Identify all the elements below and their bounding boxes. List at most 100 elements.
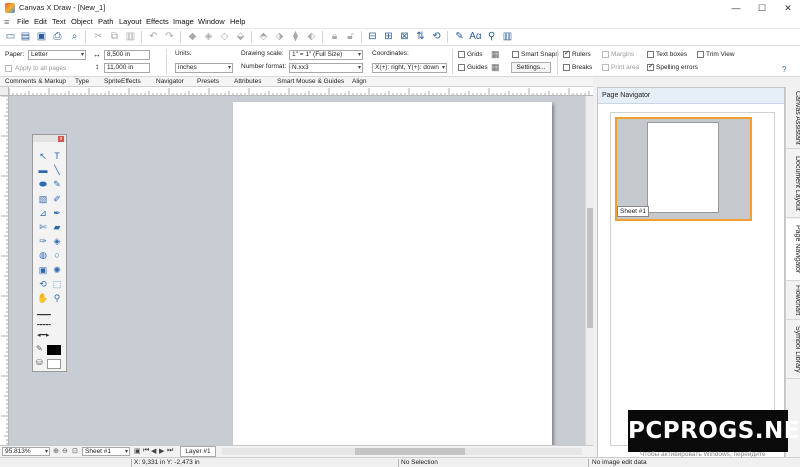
number-format-select[interactable]: N.xx3 ▾: [289, 63, 363, 73]
tab-comments-markup[interactable]: Comments & Markup: [5, 78, 66, 85]
print-icon[interactable]: ⎙: [51, 30, 64, 43]
bring-to-front-icon[interactable]: ◆: [186, 30, 199, 43]
combine-icon[interactable]: ⧫: [289, 30, 302, 43]
guides-checkbox[interactable]: [458, 64, 465, 71]
breaks-checkbox[interactable]: [563, 64, 570, 71]
side-tab-page-navigator[interactable]: Page Navigator: [786, 219, 800, 281]
freehand-tool-icon[interactable]: ✎: [51, 179, 63, 190]
menu-file[interactable]: File: [17, 17, 29, 26]
paste-icon[interactable]: ▥: [124, 30, 137, 43]
grid-settings-icon[interactable]: ▦: [491, 49, 500, 60]
maximize-button[interactable]: ☐: [750, 1, 774, 15]
units-select[interactable]: inches ▾: [175, 63, 233, 73]
sheet-select[interactable]: Sheet #1 ▾: [82, 447, 130, 456]
bring-forward-icon[interactable]: ◈: [202, 30, 215, 43]
undo-icon[interactable]: ↶: [147, 30, 160, 43]
guide-settings-icon[interactable]: ▦: [491, 62, 500, 73]
knife-tool-icon[interactable]: ✄: [37, 222, 49, 233]
first-page-icon[interactable]: ⏮: [143, 447, 149, 455]
tab-type[interactable]: Type: [75, 78, 89, 85]
vertical-scrollbar-thumb[interactable]: [587, 208, 593, 328]
drawing-scale-select[interactable]: 1" = 1" (Full Size) ▾: [289, 50, 363, 60]
fill-bucket-icon[interactable]: ⛁: [36, 358, 43, 367]
blend-tool-icon[interactable]: ◍: [37, 250, 49, 261]
print-preview-icon[interactable]: ⌕: [68, 30, 81, 43]
edit-pen-icon[interactable]: ✎: [453, 30, 466, 43]
menu-effects[interactable]: Effects: [146, 17, 169, 26]
copy-icon[interactable]: ⧉: [108, 30, 121, 43]
sprite-tool-icon[interactable]: ✺: [51, 265, 63, 276]
close-button[interactable]: ✕: [776, 1, 800, 15]
toolbox-close-icon[interactable]: x: [58, 136, 64, 142]
apply-all-pages-checkbox[interactable]: [5, 65, 12, 72]
prev-page-icon[interactable]: ◀: [151, 447, 156, 455]
spelling-errors-checkbox[interactable]: [647, 62, 654, 71]
horizontal-ruler[interactable]: [9, 87, 593, 96]
image-tool-icon[interactable]: ▧: [37, 194, 49, 205]
zoom-out-icon[interactable]: ⊖: [62, 447, 68, 455]
zoom-icon[interactable]: ⚲: [485, 30, 498, 43]
help-icon[interactable]: ?: [782, 65, 786, 74]
menu-help[interactable]: Help: [230, 17, 245, 26]
line-tool-icon[interactable]: ╲: [51, 165, 63, 176]
sheet-options-icon[interactable]: ▣: [134, 447, 141, 455]
dashed-line-style[interactable]: ╍╍╍╍: [37, 321, 51, 329]
lock-icon[interactable]: 🔒︎: [328, 30, 341, 43]
ungroup-icon[interactable]: ⬗: [273, 30, 286, 43]
layer-tab[interactable]: Layer #1: [180, 446, 216, 457]
next-page-icon[interactable]: ▶: [159, 447, 164, 455]
print-area-checkbox[interactable]: [602, 64, 609, 71]
zoom-in-icon[interactable]: ⊕: [53, 447, 59, 455]
minimize-button[interactable]: —: [724, 1, 748, 15]
side-tab-canvas-assistant[interactable]: Canvas Assistant: [786, 87, 800, 149]
split-icon[interactable]: ⬖: [305, 30, 318, 43]
trim-view-checkbox[interactable]: [697, 51, 704, 58]
spell-check-icon[interactable]: Aα: [469, 30, 482, 43]
tab-smart-mouse-guides[interactable]: Smart Mouse & Guides: [277, 78, 344, 85]
chart-icon[interactable]: ▥: [501, 30, 514, 43]
horizontal-scrollbar-thumb[interactable]: [355, 448, 465, 455]
zoom-select[interactable]: 95.813% ▾: [2, 447, 50, 456]
tab-presets[interactable]: Presets: [197, 78, 219, 85]
tab-navigator[interactable]: Navigator: [156, 78, 184, 85]
margins-checkbox[interactable]: [602, 51, 609, 58]
page-height-field[interactable]: 11,000 in: [104, 63, 150, 73]
group-icon[interactable]: ⬘: [257, 30, 270, 43]
grids-checkbox[interactable]: [458, 51, 465, 58]
page-width-field[interactable]: 8,500 in: [104, 50, 150, 60]
unlock-icon[interactable]: 🔓︎: [344, 30, 357, 43]
menu-text[interactable]: Text: [52, 17, 66, 26]
brush-tool-icon[interactable]: ✒: [51, 208, 63, 219]
side-tab-document-layout[interactable]: Document Layout: [786, 150, 800, 218]
text-boxes-checkbox[interactable]: [647, 51, 654, 58]
new-document-icon[interactable]: ▭: [4, 30, 17, 43]
stamp-tool-icon[interactable]: ▣: [37, 265, 49, 276]
node-tool-icon[interactable]: ○: [51, 250, 63, 261]
paint-tool-icon[interactable]: ✐: [51, 194, 63, 205]
menu-image[interactable]: Image: [173, 17, 194, 26]
smart-snaps-checkbox[interactable]: [512, 51, 519, 58]
eyedropper-tool-icon[interactable]: ⊿: [37, 208, 49, 219]
document-page[interactable]: [233, 102, 552, 445]
stroke-pen-icon[interactable]: ✎: [36, 344, 43, 353]
stroke-color-swatch[interactable]: [47, 345, 61, 355]
page-thumbnail[interactable]: Sheet #1: [615, 117, 752, 221]
hand-tool-icon[interactable]: ✋: [37, 293, 49, 304]
last-page-icon[interactable]: ⏭: [167, 447, 173, 455]
redo-icon[interactable]: ↷: [163, 30, 176, 43]
menu-window[interactable]: Window: [198, 17, 225, 26]
vertical-ruler[interactable]: [0, 96, 9, 445]
text-tool-icon[interactable]: T: [51, 151, 63, 162]
side-tab-symbol-library[interactable]: Symbol Library: [786, 321, 800, 379]
select-arrow-icon[interactable]: ↖: [37, 151, 49, 162]
rulers-checkbox[interactable]: [563, 49, 570, 58]
tab-align[interactable]: Align: [352, 78, 366, 85]
drawing-canvas[interactable]: [9, 96, 585, 445]
tab-sprite-effects[interactable]: SpriteEffects: [104, 78, 141, 85]
save-icon[interactable]: ▣: [35, 30, 48, 43]
zoom-fit-icon[interactable]: ⊡: [72, 447, 78, 455]
solid-line-style[interactable]: ━━━━: [37, 311, 51, 319]
rotate-icon[interactable]: ⟲: [430, 30, 443, 43]
open-folder-icon[interactable]: ▤: [19, 30, 32, 43]
arrow-style[interactable]: ◂━━▸: [37, 331, 50, 339]
